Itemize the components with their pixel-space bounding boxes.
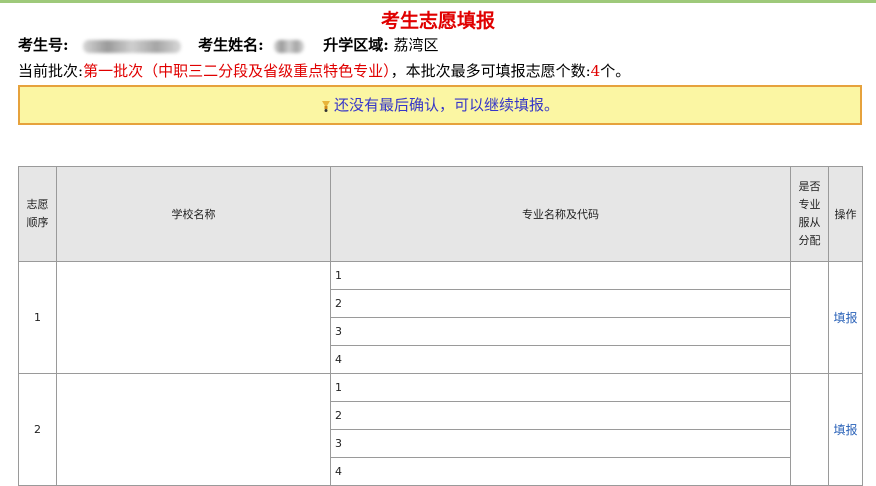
notice-text: 还没有最后确认，可以继续填报。 bbox=[333, 96, 559, 114]
candidate-name-label: 考生姓名: bbox=[198, 36, 264, 54]
batch-max-count: 4 bbox=[590, 62, 601, 80]
row-index: 1 bbox=[18, 261, 57, 374]
candidate-name-redacted bbox=[274, 39, 305, 53]
major-slot: 4 bbox=[330, 457, 791, 486]
status-notice: 还没有最后确认，可以继续填报。 bbox=[18, 85, 862, 125]
school-cell bbox=[56, 373, 331, 486]
major-slot: 3 bbox=[330, 317, 791, 346]
fill-link[interactable]: 填报 bbox=[833, 423, 857, 437]
top-accent-line bbox=[0, 0, 876, 3]
batch-suffix: 个。 bbox=[600, 62, 631, 80]
batch-prefix: 当前批次: bbox=[18, 62, 84, 80]
header-action: 操作 bbox=[828, 166, 863, 262]
district-value: 荔湾区 bbox=[393, 36, 439, 54]
page-title: 考生志愿填报 bbox=[380, 10, 495, 32]
lightbulb-icon bbox=[321, 101, 330, 112]
batch-name: 第一批次（中职三二分段及省级重点特色专业） bbox=[83, 62, 391, 80]
major-slot: 2 bbox=[330, 401, 791, 430]
obey-cell bbox=[790, 261, 829, 374]
school-cell bbox=[56, 261, 331, 374]
action-cell: 填报 bbox=[828, 261, 863, 374]
district-label: 升学区域: bbox=[323, 36, 389, 54]
batch-middle: ，本批次最多可填报志愿个数: bbox=[390, 62, 591, 80]
header-order: 志愿 顺序 bbox=[18, 166, 57, 262]
candidate-id-label: 考生号: bbox=[18, 36, 69, 54]
obey-cell bbox=[790, 373, 829, 486]
row-index: 2 bbox=[18, 373, 57, 486]
batch-info: 当前批次:第一批次（中职三二分段及省级重点特色专业），本批次最多可填报志愿个数:… bbox=[18, 60, 630, 81]
table-row: 1 1 填报 bbox=[18, 261, 863, 374]
header-school: 学校名称 bbox=[56, 166, 331, 262]
major-slot: 4 bbox=[330, 345, 791, 374]
preference-table: 志愿 顺序 学校名称 专业名称及代码 是否 专业 服从 分配 操作 1 1 填报… bbox=[18, 166, 863, 486]
header-major: 专业名称及代码 bbox=[330, 166, 791, 262]
table-row: 2 1 填报 bbox=[18, 373, 863, 486]
major-slot: 2 bbox=[330, 289, 791, 318]
major-slot: 1 bbox=[330, 261, 791, 290]
header-obey: 是否 专业 服从 分配 bbox=[790, 166, 829, 262]
major-slot: 3 bbox=[330, 429, 791, 458]
major-slot: 1 bbox=[330, 373, 791, 402]
candidate-id-redacted bbox=[83, 39, 182, 53]
fill-link[interactable]: 填报 bbox=[833, 311, 857, 325]
action-cell: 填报 bbox=[828, 373, 863, 486]
candidate-info: 考生号: 考生姓名: 升学区域: 荔湾区 bbox=[18, 34, 439, 55]
